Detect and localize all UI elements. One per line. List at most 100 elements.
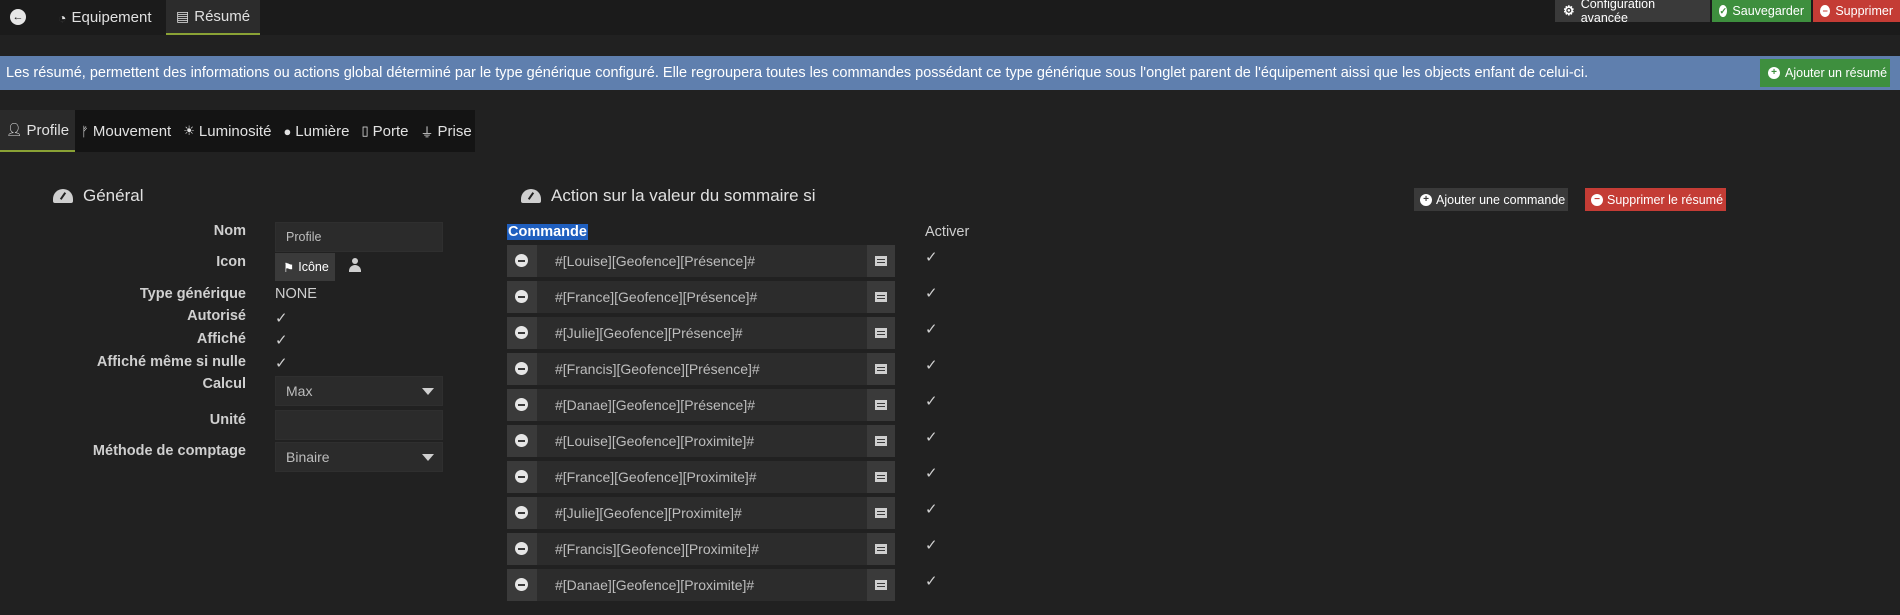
list-alt-icon	[875, 364, 887, 374]
minus-circle-icon	[515, 470, 528, 483]
calcul-select[interactable]: Max	[275, 376, 443, 406]
tab-lumiere[interactable]: ● Lumière	[277, 110, 355, 152]
select-command-button[interactable]	[867, 245, 895, 277]
tab-mouvement[interactable]: ᚠ Mouvement	[75, 110, 177, 152]
delete-summary-button[interactable]: − Supprimer le résumé	[1585, 188, 1726, 211]
select-command-button[interactable]	[867, 353, 895, 385]
back-arrow-icon[interactable]: ←	[10, 9, 26, 25]
calcul-label: Calcul	[202, 376, 246, 392]
activer-checkbox[interactable]: ✓	[925, 572, 938, 590]
activer-checkbox[interactable]: ✓	[925, 320, 938, 338]
nom-label: Nom	[213, 223, 246, 239]
user-icon: 👤︎	[6, 122, 23, 137]
remove-command-button[interactable]	[507, 533, 537, 565]
select-command-button[interactable]	[867, 425, 895, 457]
tab-porte[interactable]: ▯ Porte	[356, 110, 415, 152]
command-row: #[France][Geofence][Proximite]#	[507, 461, 895, 493]
command-input[interactable]: #[Danae][Geofence][Présence]#	[537, 389, 867, 421]
tab-luminosite-label: Luminosité	[198, 122, 272, 140]
select-command-button[interactable]	[867, 569, 895, 601]
remove-command-button[interactable]	[507, 353, 537, 385]
affiche-checkbox[interactable]: ✓	[275, 331, 288, 349]
nom-input[interactable]: Profile	[275, 222, 443, 252]
delete-button[interactable]: − Supprimer	[1813, 0, 1900, 22]
minus-circle-icon	[515, 326, 528, 339]
select-command-button[interactable]	[867, 497, 895, 529]
select-command-button[interactable]	[867, 461, 895, 493]
gears-icon: ⚙	[1563, 3, 1575, 18]
activer-checkbox[interactable]: ✓	[925, 536, 938, 554]
select-command-button[interactable]	[867, 389, 895, 421]
activer-checkbox[interactable]: ✓	[925, 356, 938, 374]
select-command-button[interactable]	[867, 317, 895, 349]
activer-checkbox[interactable]: ✓	[925, 284, 938, 302]
remove-command-button[interactable]	[507, 497, 537, 529]
activer-checkbox[interactable]: ✓	[925, 428, 938, 446]
remove-command-button[interactable]	[507, 245, 537, 277]
command-input[interactable]: #[France][Geofence][Proximite]#	[537, 461, 867, 493]
list-alt-icon	[875, 328, 887, 338]
command-input[interactable]: #[Danae][Geofence][Proximite]#	[537, 569, 867, 601]
activer-checkbox[interactable]: ✓	[925, 464, 938, 482]
add-summary-label: Ajouter un résumé	[1785, 66, 1888, 80]
activer-checkbox[interactable]: ✓	[925, 248, 938, 266]
general-section-title: Général	[53, 186, 143, 206]
tab-equipement[interactable]: ◔ Equipement	[48, 0, 162, 35]
command-row: #[Francis][Geofence][Proximite]#	[507, 533, 895, 565]
icon-label: Icon	[216, 254, 246, 270]
minus-circle-icon	[515, 434, 528, 447]
affiche-nulle-label: Affiché même si nulle	[96, 354, 246, 370]
tab-luminosite[interactable]: ☀ Luminosité	[177, 110, 277, 152]
command-row: #[Danae][Geofence][Proximite]#	[507, 569, 895, 601]
remove-command-button[interactable]	[507, 569, 537, 601]
affiche-label: Affiché	[196, 331, 246, 347]
tab-prise[interactable]: ⏚ Prise	[415, 110, 478, 152]
tab-mouvement-label: Mouvement	[92, 122, 172, 140]
plug-icon: ⏚	[420, 124, 434, 140]
activer-checkbox[interactable]: ✓	[925, 392, 938, 410]
list-alt-icon	[875, 472, 887, 482]
command-row: #[Francis][Geofence][Présence]#	[507, 353, 895, 385]
remove-command-button[interactable]	[507, 389, 537, 421]
remove-command-button[interactable]	[507, 425, 537, 457]
list-alt-icon	[875, 544, 887, 554]
remove-command-button[interactable]	[507, 461, 537, 493]
add-summary-button[interactable]: + Ajouter un résumé	[1760, 59, 1890, 87]
minus-circle-icon	[515, 542, 528, 555]
command-input[interactable]: #[Julie][Geofence][Présence]#	[537, 317, 867, 349]
tab-resume[interactable]: ▤ Résumé	[166, 0, 261, 35]
tab-equipement-label: Equipement	[71, 9, 152, 26]
add-command-button[interactable]: + Ajouter une commande	[1414, 188, 1568, 211]
activer-checkbox[interactable]: ✓	[925, 500, 938, 518]
affiche-nulle-checkbox[interactable]: ✓	[275, 354, 288, 372]
remove-command-button[interactable]	[507, 281, 537, 313]
add-command-label: Ajouter une commande	[1436, 192, 1566, 207]
save-button[interactable]: ✓ Sauvegarder	[1712, 0, 1811, 22]
select-command-button[interactable]	[867, 281, 895, 313]
command-input[interactable]: #[Louise][Geofence][Proximite]#	[537, 425, 867, 457]
save-label: Sauvegarder	[1732, 4, 1804, 18]
autorise-checkbox[interactable]: ✓	[275, 309, 288, 327]
calcul-value: Max	[286, 383, 313, 399]
caret-down-icon	[422, 388, 434, 395]
plus-circle-icon: +	[1420, 193, 1432, 206]
list-alt-icon	[875, 400, 887, 410]
tab-profile[interactable]: 👤︎ Profile	[0, 110, 76, 152]
advanced-config-button[interactable]: ⚙ Configuration avancée	[1555, 0, 1710, 25]
command-input[interactable]: #[Louise][Geofence][Présence]#	[537, 245, 867, 277]
minus-circle-icon	[515, 578, 528, 591]
command-input[interactable]: #[France][Geofence][Présence]#	[537, 281, 867, 313]
methode-comptage-select[interactable]: Binaire	[275, 442, 443, 472]
lightbulb-icon: ●	[283, 123, 292, 139]
select-command-button[interactable]	[867, 533, 895, 565]
list-alt-icon: ▤	[176, 8, 190, 24]
command-input[interactable]: #[Julie][Geofence][Proximite]#	[537, 497, 867, 529]
command-input[interactable]: #[Francis][Geofence][Présence]#	[537, 353, 867, 385]
caret-down-icon	[422, 454, 434, 461]
unite-input[interactable]	[275, 410, 443, 440]
remove-command-button[interactable]	[507, 317, 537, 349]
minus-circle-icon	[515, 506, 528, 519]
tab-profile-label: Profile	[26, 121, 70, 139]
icon-choose-button[interactable]: ⚑ Icône	[275, 253, 335, 281]
command-input[interactable]: #[Francis][Geofence][Proximite]#	[537, 533, 867, 565]
